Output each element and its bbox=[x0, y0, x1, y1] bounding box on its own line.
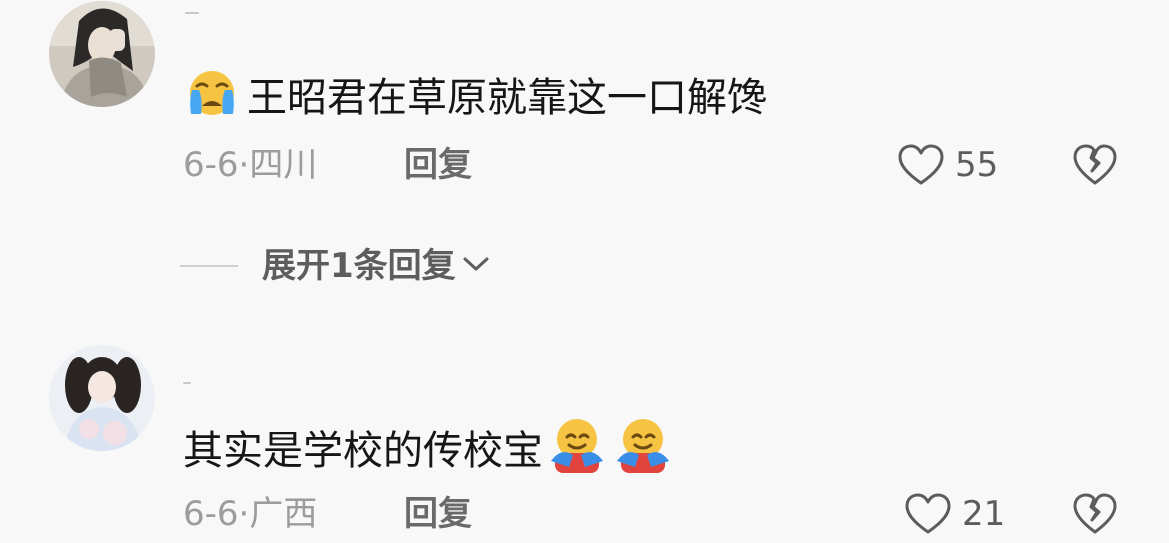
comment-meta: 6-6·广西 bbox=[183, 494, 317, 534]
dislike-button[interactable] bbox=[1072, 492, 1118, 540]
reply-button[interactable]: 回复 bbox=[404, 494, 472, 534]
chevron-down-icon bbox=[462, 254, 490, 278]
avatar[interactable] bbox=[49, 1, 155, 107]
avatar[interactable] bbox=[49, 345, 155, 451]
expand-replies-button[interactable]: 展开1条回复 bbox=[180, 246, 490, 286]
heart-icon bbox=[897, 144, 945, 186]
username[interactable] bbox=[183, 382, 191, 384]
comment-location: 四川 bbox=[249, 145, 318, 185]
reply-button[interactable]: 回复 bbox=[404, 145, 472, 185]
comment-meta: 6-6·四川 bbox=[183, 145, 317, 185]
hugging-face-icon bbox=[613, 417, 673, 484]
like-button[interactable]: 21 bbox=[904, 493, 1005, 535]
broken-heart-icon bbox=[1072, 144, 1118, 191]
broken-heart-icon bbox=[1072, 493, 1118, 540]
hugging-face-icon bbox=[547, 417, 607, 484]
dislike-button[interactable] bbox=[1072, 143, 1118, 191]
comment-date: 6-6· bbox=[183, 145, 250, 185]
like-count: 21 bbox=[962, 494, 1006, 534]
comment-location: 广西 bbox=[249, 494, 318, 534]
crying-face-icon bbox=[183, 68, 241, 127]
expand-replies-label: 展开1条回复 bbox=[262, 246, 456, 286]
heart-icon bbox=[904, 493, 952, 535]
comment-date: 6-6· bbox=[183, 494, 250, 534]
comment-text: 其实是学校的传校宝 bbox=[183, 417, 673, 484]
like-count: 55 bbox=[955, 145, 999, 185]
comment-text: 王昭君在草原就靠这一口解馋 bbox=[183, 68, 767, 127]
divider bbox=[180, 265, 238, 267]
like-button[interactable]: 55 bbox=[897, 144, 998, 186]
username[interactable] bbox=[185, 12, 199, 14]
